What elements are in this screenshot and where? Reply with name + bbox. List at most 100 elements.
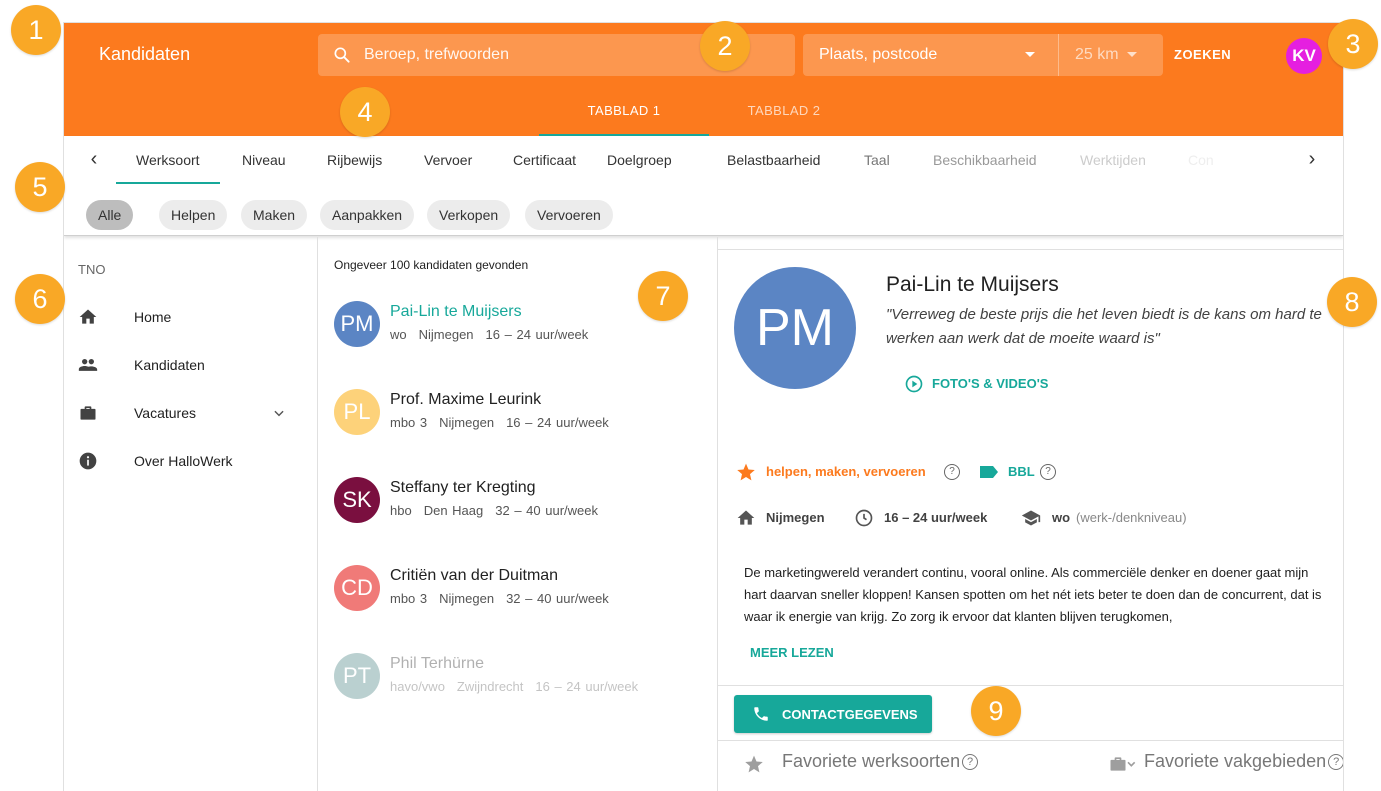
label-tag-icon xyxy=(980,466,998,478)
candidate-city: Nijmegen xyxy=(439,415,495,430)
filter-tab-con[interactable]: Con xyxy=(1188,136,1214,184)
annotation-badge-2: 2 xyxy=(700,21,750,71)
results-count: Ongeveer 100 kandidaten gevonden xyxy=(334,258,529,272)
chip-alle[interactable]: Alle xyxy=(86,200,134,230)
candidate-level: wo xyxy=(1052,510,1071,525)
chevron-right-icon[interactable]: › xyxy=(1302,148,1322,171)
filter-tab-rijbewijs[interactable]: Rijbewijs xyxy=(327,136,382,184)
help-icon[interactable]: ? xyxy=(944,464,960,480)
search-icon xyxy=(334,47,350,63)
candidate-avatar: PM xyxy=(334,301,380,347)
divider xyxy=(718,685,1343,686)
candidate-list-item[interactable]: PT Phil Terhürne havo/vwo Zwijndrecht 16 –… xyxy=(318,653,717,723)
candidate-list-item[interactable]: SK Steffany ter Kregting hbo Den Haag 32 –… xyxy=(318,477,717,547)
distance-select[interactable]: 25 km xyxy=(1075,34,1119,76)
app-title: Kandidaten xyxy=(99,44,191,64)
photos-videos-label: FOTO'S & VIDEO'S xyxy=(932,376,1049,391)
candidate-city: Nijmegen xyxy=(418,327,474,342)
filter-bar: ‹ Werksoort Niveau Rijbewijs Vervoer Cer… xyxy=(64,136,1343,236)
help-icon[interactable]: ? xyxy=(1328,754,1343,771)
candidate-hours: 16 – 24 uur/week xyxy=(884,510,988,525)
candidate-quote: "Verreweg de beste prijs die het leven b… xyxy=(886,306,1322,347)
sidebar-item-vacatures[interactable]: Vacatures xyxy=(64,393,317,433)
filter-tab-niveau[interactable]: Niveau xyxy=(242,136,286,184)
candidate-list-item[interactable]: CD Critiën van der Duitman mbo 3 Nijmegen… xyxy=(318,565,717,635)
phone-icon xyxy=(754,707,768,721)
sidebar-item-kandidaten[interactable]: Kandidaten xyxy=(64,345,317,385)
read-more-button[interactable]: MEER LEZEN xyxy=(750,645,834,660)
help-icon[interactable]: ? xyxy=(1040,464,1056,480)
candidate-name: Phil Terhürne xyxy=(390,655,484,672)
candidate-name: Pai-Lin te Muijsers xyxy=(390,303,522,320)
home-icon xyxy=(79,309,97,324)
location-filter[interactable]: Plaats, postcode 25 km xyxy=(803,34,1163,76)
annotation-badge-6: 6 xyxy=(15,274,65,324)
favorite-worktypes-section: Favoriete werksoorten? xyxy=(744,751,979,773)
filter-tab-vervoer[interactable]: Vervoer xyxy=(424,136,472,184)
candidate-meta: mbo 3 Nijmegen 32 – 40 uur/week xyxy=(390,591,621,606)
chevron-left-icon[interactable]: ‹ xyxy=(84,148,104,171)
chip-aanpakken[interactable]: Aanpakken xyxy=(320,200,415,230)
divider xyxy=(718,740,1343,741)
user-avatar[interactable]: KV xyxy=(1286,38,1322,74)
filter-tab-doelgroep[interactable]: Doelgroep xyxy=(607,136,672,184)
favorite-worktypes-label: Favoriete werksoorten xyxy=(782,751,961,771)
contact-details-button[interactable]: CONTACTGEGEVENS xyxy=(734,695,932,733)
sidebar-item-home[interactable]: Home xyxy=(64,297,317,337)
candidate-avatar: PL xyxy=(334,389,380,435)
candidate-city: Den Haag xyxy=(423,503,484,518)
briefcase-chevron-icon xyxy=(1110,757,1136,771)
divider xyxy=(1058,34,1059,76)
chevron-down-icon xyxy=(1025,52,1035,57)
annotation-badge-8: 8 xyxy=(1327,277,1377,327)
tab-tabblad-1[interactable]: TABBLAD 1 xyxy=(539,92,709,136)
work-types: helpen, maken, vervoeren xyxy=(766,464,926,479)
home-icon xyxy=(737,510,755,525)
bbl-tag: BBL xyxy=(1008,464,1035,479)
candidate-city: Nijmegen xyxy=(766,510,825,525)
candidate-level: havo/vwo xyxy=(390,679,445,694)
sidebar-item-over-hallowerk[interactable]: Over HalloWerk xyxy=(64,441,317,481)
star-icon xyxy=(737,463,755,481)
chip-helpen[interactable]: Helpen xyxy=(159,200,228,230)
tab-tabblad-2[interactable]: TABBLAD 2 xyxy=(699,92,869,136)
filter-tab-beschikbaarheid[interactable]: Beschikbaarheid xyxy=(933,136,1037,184)
filter-tab-belastbaarheid[interactable]: Belastbaarheid xyxy=(727,136,820,184)
chevron-down-icon[interactable] xyxy=(272,406,286,420)
candidate-avatar: PT xyxy=(334,653,380,699)
star-icon xyxy=(745,755,763,773)
candidate-hours: 16 – 24 uur/week xyxy=(535,679,639,694)
candidate-meta: hbo Den Haag 32 – 40 uur/week xyxy=(390,503,610,518)
filter-tab-taal[interactable]: Taal xyxy=(864,136,890,184)
help-icon[interactable]: ? xyxy=(962,754,979,771)
filter-tab-werktijden[interactable]: Werktijden xyxy=(1080,136,1146,184)
chevron-down-icon xyxy=(1127,52,1137,57)
candidate-list-item[interactable]: PL Prof. Maxime Leurink mbo 3 Nijmegen 16 … xyxy=(318,389,717,459)
filter-tab-certificaat[interactable]: Certificaat xyxy=(513,136,576,184)
candidate-level: wo xyxy=(390,327,407,342)
candidate-name: Steffany ter Kregting xyxy=(390,479,536,496)
briefcase-icon xyxy=(80,406,96,420)
level-note: (werk-/denkniveau) xyxy=(1076,510,1187,525)
candidate-city: Zwijndrecht xyxy=(456,679,524,694)
clock-icon xyxy=(855,509,873,527)
chip-verkopen[interactable]: Verkopen xyxy=(427,200,511,230)
sidebar-nav: TNO Home Kandidaten Vacatures Over Hallo… xyxy=(64,237,318,791)
chip-maken[interactable]: Maken xyxy=(241,200,308,230)
search-button[interactable]: ZOEKEN xyxy=(1174,34,1231,76)
candidate-level: mbo 3 xyxy=(390,591,428,606)
candidate-meta: mbo 3 Nijmegen 16 – 24 uur/week xyxy=(390,415,621,430)
people-icon xyxy=(78,359,98,371)
chip-vervoeren[interactable]: Vervoeren xyxy=(525,200,613,230)
favorite-fields-label: Favoriete vakgebieden xyxy=(1144,751,1327,771)
annotation-badge-7: 7 xyxy=(638,271,688,321)
app-window: Kandidaten Plaats, postcode 25 km ZOEKEN… xyxy=(64,23,1343,791)
info-icon xyxy=(79,452,97,470)
candidate-hours: 16 – 24 uur/week xyxy=(485,327,589,342)
place-select[interactable]: Plaats, postcode xyxy=(819,34,937,76)
photos-videos-link[interactable]: FOTO'S & VIDEO'S xyxy=(904,373,1048,395)
filter-tab-werksoort[interactable]: Werksoort xyxy=(116,136,219,184)
annotation-badge-1: 1 xyxy=(11,5,61,55)
candidate-description: De marketingwereld verandert continu, vo… xyxy=(744,565,1322,624)
sidebar-item-label: Home xyxy=(134,309,172,325)
